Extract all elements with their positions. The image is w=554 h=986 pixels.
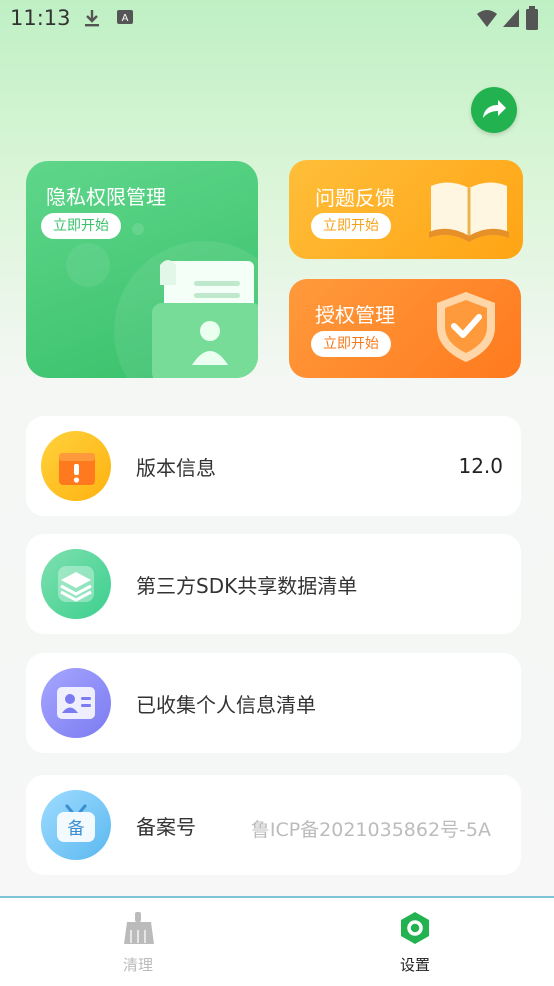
svg-text:A: A [122,13,129,24]
record-tv-icon: 备 [41,790,111,860]
tab-clean[interactable]: 清理 [68,898,208,986]
privacy-card-title: 隐私权限管理 [46,185,166,209]
authorization-start-button[interactable]: 立即开始 [311,331,391,357]
broom-icon [124,912,154,944]
version-info-icon [41,431,111,501]
share-button[interactable] [471,87,517,133]
battery-icon [526,6,538,30]
privacy-start-button[interactable]: 立即开始 [41,213,121,239]
feedback-start-button[interactable]: 立即开始 [311,213,391,239]
record-number-row[interactable]: 备 备案号 鲁ICP备2021035862号-5A [26,775,521,875]
authorization-card-title: 授权管理 [315,303,395,327]
share-arrow-icon [483,100,506,118]
layers-icon [41,549,111,619]
open-book-icon [429,182,509,242]
personal-info-list-row[interactable]: 已收集个人信息清单 [26,653,521,753]
version-value: 12.0 [458,454,503,478]
bottom-tab-bar: 清理 设置 [0,896,554,986]
version-info-row[interactable]: 版本信息 12.0 [26,416,521,516]
record-number-label: 备案号 [136,815,196,839]
tab-settings[interactable]: 设置 [345,898,485,986]
status-bar: 11:13 A [0,0,554,36]
signal-icon [503,9,519,27]
settings-hex-icon [401,912,429,944]
sdk-share-list-row[interactable]: 第三方SDK共享数据清单 [26,534,521,634]
privacy-permission-card[interactable]: 隐私权限管理 立即开始 [26,161,258,378]
version-info-label: 版本信息 [136,456,216,480]
feedback-card[interactable]: 问题反馈 立即开始 [289,160,523,259]
wifi-icon [477,10,497,27]
sdk-share-list-label: 第三方SDK共享数据清单 [136,574,358,598]
status-time: 11:13 [10,6,71,30]
tab-clean-label: 清理 [122,956,153,974]
tab-settings-label: 设置 [399,956,430,974]
id-card-icon [41,668,111,738]
record-number-value: 鲁ICP备2021035862号-5A [250,819,491,841]
shield-check-icon [437,292,495,362]
personal-info-list-label: 已收集个人信息清单 [136,693,316,717]
download-icon [85,10,99,27]
feedback-card-title: 问题反馈 [315,186,395,210]
svg-text:备: 备 [68,819,85,839]
a-badge-icon: A [117,10,133,24]
authorization-card[interactable]: 授权管理 立即开始 [289,279,521,378]
